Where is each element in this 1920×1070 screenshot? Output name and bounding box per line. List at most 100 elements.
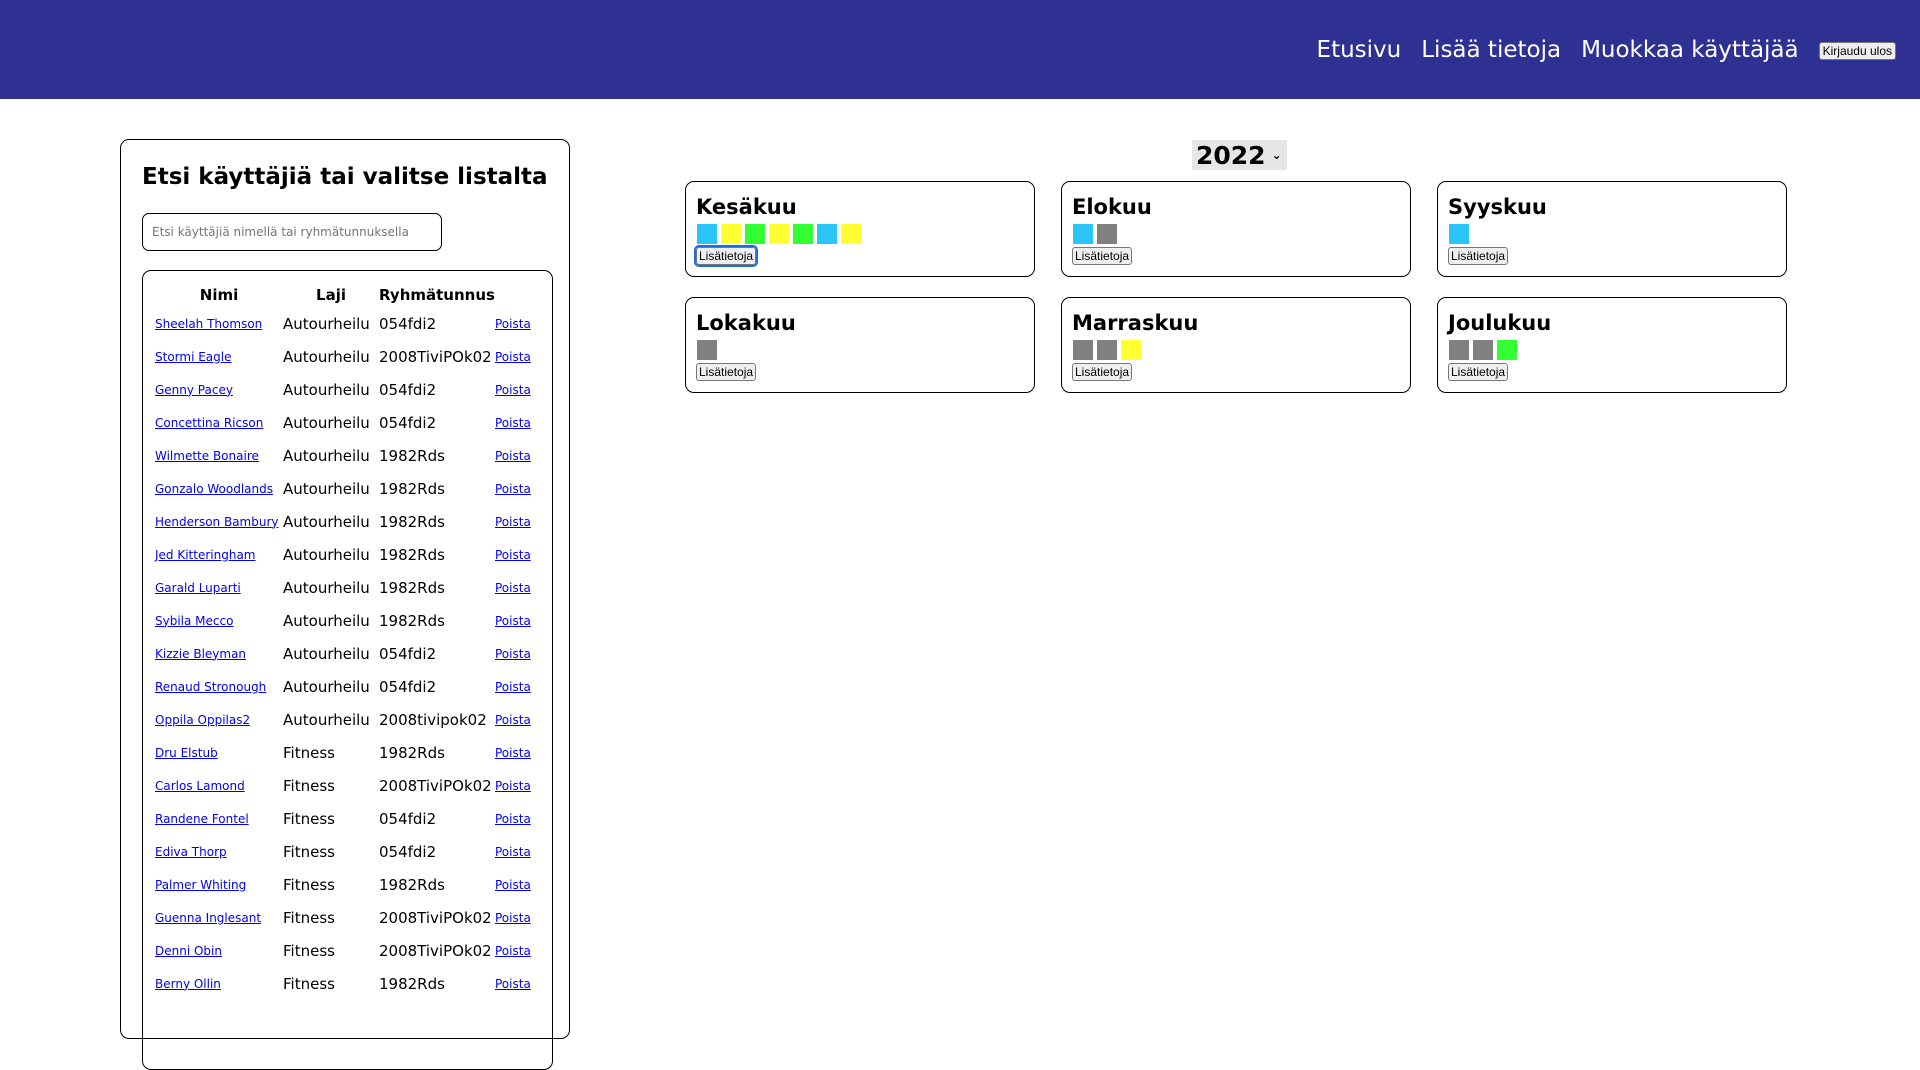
table-row: Henderson Bambury Autourheilu 1982Rds Poist… <box>155 505 531 538</box>
user-name-cell: Sheelah Thomson <box>155 307 283 340</box>
user-name-cell: Oppila Oppilas2 <box>155 703 283 736</box>
delete-cell: Poista <box>495 571 531 604</box>
user-name-cell: Renaud Stronough <box>155 670 283 703</box>
activity-marker <box>817 224 837 244</box>
more-info-button[interactable]: Lisätietoja <box>1448 363 1509 381</box>
more-info-button[interactable]: Lisätietoja <box>1448 247 1509 265</box>
more-info-button[interactable]: Lisätietoja <box>1072 363 1133 381</box>
more-info-button[interactable]: Lisätietoja <box>696 363 757 381</box>
delete-cell: Poista <box>495 670 531 703</box>
user-name-link[interactable]: Henderson Bambury <box>155 515 279 529</box>
delete-user-link[interactable]: Poista <box>495 317 531 331</box>
user-name-link[interactable]: Concettina Ricson <box>155 416 263 430</box>
delete-user-link[interactable]: Poista <box>495 647 531 661</box>
user-group-cell: 2008TiviPOk02 <box>379 776 492 795</box>
logout-button[interactable]: Kirjaudu ulos <box>1818 42 1896 60</box>
user-name-link[interactable]: Jed Kitteringham <box>155 548 256 562</box>
user-name-link[interactable]: Sybila Mecco <box>155 614 233 628</box>
delete-cell: Poista <box>495 340 531 373</box>
user-name-link[interactable]: Wilmette Bonaire <box>155 449 259 463</box>
user-name-link[interactable]: Kizzie Bleyman <box>155 647 246 661</box>
month-title: Elokuu <box>1072 195 1152 219</box>
user-sport-cell: Autourheilu <box>283 710 370 729</box>
user-name-cell: Randene Fontel <box>155 802 283 835</box>
delete-user-link[interactable]: Poista <box>495 812 531 826</box>
user-name-cell: Ediva Thorp <box>155 835 283 868</box>
nav-home-link[interactable]: Etusivu <box>1317 37 1402 63</box>
delete-user-link[interactable]: Poista <box>495 614 531 628</box>
user-name-cell: Palmer Whiting <box>155 868 283 901</box>
table-row: Sheelah Thomson Autourheilu 054fdi2 Poista <box>155 307 531 340</box>
delete-user-link[interactable]: Poista <box>495 845 531 859</box>
nav-edit-user-link[interactable]: Muokkaa käyttäjää <box>1581 37 1799 63</box>
delete-user-link[interactable]: Poista <box>495 779 531 793</box>
delete-user-link[interactable]: Poista <box>495 713 531 727</box>
table-row: Concettina Ricson Autourheilu 054fdi2 Poist… <box>155 406 531 439</box>
user-name-link[interactable]: Guenna Inglesant <box>155 911 261 925</box>
delete-user-link[interactable]: Poista <box>495 680 531 694</box>
chevron-down-icon: ⌄ <box>1271 148 1282 162</box>
user-name-cell: Gonzalo Woodlands <box>155 472 283 505</box>
user-search-input[interactable] <box>142 213 442 251</box>
user-group-cell: 054fdi2 <box>379 842 437 861</box>
activity-markers <box>1449 340 1517 360</box>
more-info-button[interactable]: Lisätietoja <box>693 245 759 267</box>
month-title: Lokakuu <box>696 311 796 335</box>
delete-user-link[interactable]: Poista <box>495 944 531 958</box>
delete-user-link[interactable]: Poista <box>495 878 531 892</box>
user-name-link[interactable]: Genny Pacey <box>155 383 233 397</box>
nav-add-info-link[interactable]: Lisää tietoja <box>1421 37 1561 63</box>
user-sport-cell: Fitness <box>283 776 335 795</box>
user-group-cell: 1982Rds <box>379 545 445 564</box>
delete-user-link[interactable]: Poista <box>495 350 531 364</box>
user-name-link[interactable]: Gonzalo Woodlands <box>155 482 273 496</box>
user-sport-cell: Fitness <box>283 842 335 861</box>
user-name-cell: Dru Elstub <box>155 736 283 769</box>
delete-user-link[interactable]: Poista <box>495 449 531 463</box>
delete-user-link[interactable]: Poista <box>495 383 531 397</box>
delete-user-link[interactable]: Poista <box>495 515 531 529</box>
table-row: Genny Pacey Autourheilu 054fdi2 Poista <box>155 373 531 406</box>
user-name-link[interactable]: Sheelah Thomson <box>155 317 262 331</box>
user-name-link[interactable]: Randene Fontel <box>155 812 249 826</box>
activity-marker <box>1097 340 1117 360</box>
year-select[interactable]: 2022 ⌄ <box>1192 140 1287 170</box>
user-sport-cell: Autourheilu <box>283 677 370 696</box>
delete-user-link[interactable]: Poista <box>495 746 531 760</box>
user-group-cell: 1982Rds <box>379 578 445 597</box>
delete-user-link[interactable]: Poista <box>495 416 531 430</box>
user-sport-cell: Autourheilu <box>283 578 370 597</box>
user-name-link[interactable]: Denni Obin <box>155 944 222 958</box>
user-name-link[interactable]: Ediva Thorp <box>155 845 227 859</box>
delete-user-link[interactable]: Poista <box>495 581 531 595</box>
user-group-cell: 2008tivipok02 <box>379 710 487 729</box>
activity-marker <box>793 224 813 244</box>
user-name-link[interactable]: Garald Luparti <box>155 581 241 595</box>
user-sport-cell: Fitness <box>283 974 335 993</box>
user-sport-cell: Autourheilu <box>283 512 370 531</box>
delete-user-link[interactable]: Poista <box>495 977 531 991</box>
user-sport-cell: Autourheilu <box>283 347 370 366</box>
user-sport-cell: Fitness <box>283 875 335 894</box>
delete-user-link[interactable]: Poista <box>495 911 531 925</box>
table-row: Ediva Thorp Fitness 054fdi2 Poista <box>155 835 531 868</box>
user-name-link[interactable]: Oppila Oppilas2 <box>155 713 250 727</box>
more-info-button[interactable]: Lisätietoja <box>1072 247 1133 265</box>
user-name-cell: Stormi Eagle <box>155 340 283 373</box>
delete-cell: Poista <box>495 703 531 736</box>
activity-marker <box>769 224 789 244</box>
table-row: Jed Kitteringham Autourheilu 1982Rds Poista <box>155 538 531 571</box>
user-name-link[interactable]: Berny Ollin <box>155 977 221 991</box>
delete-user-link[interactable]: Poista <box>495 482 531 496</box>
user-group-cell: 054fdi2 <box>379 809 437 828</box>
user-name-link[interactable]: Carlos Lamond <box>155 779 245 793</box>
user-table: Nimi Laji Ryhmätunnus Sheelah Thomson Aut… <box>155 283 531 1000</box>
user-group-cell: 1982Rds <box>379 446 445 465</box>
user-name-link[interactable]: Stormi Eagle <box>155 350 232 364</box>
user-name-cell: Genny Pacey <box>155 373 283 406</box>
user-name-link[interactable]: Renaud Stronough <box>155 680 266 694</box>
user-name-link[interactable]: Dru Elstub <box>155 746 218 760</box>
delete-user-link[interactable]: Poista <box>495 548 531 562</box>
user-name-cell: Berny Ollin <box>155 967 283 1000</box>
user-name-link[interactable]: Palmer Whiting <box>155 878 246 892</box>
